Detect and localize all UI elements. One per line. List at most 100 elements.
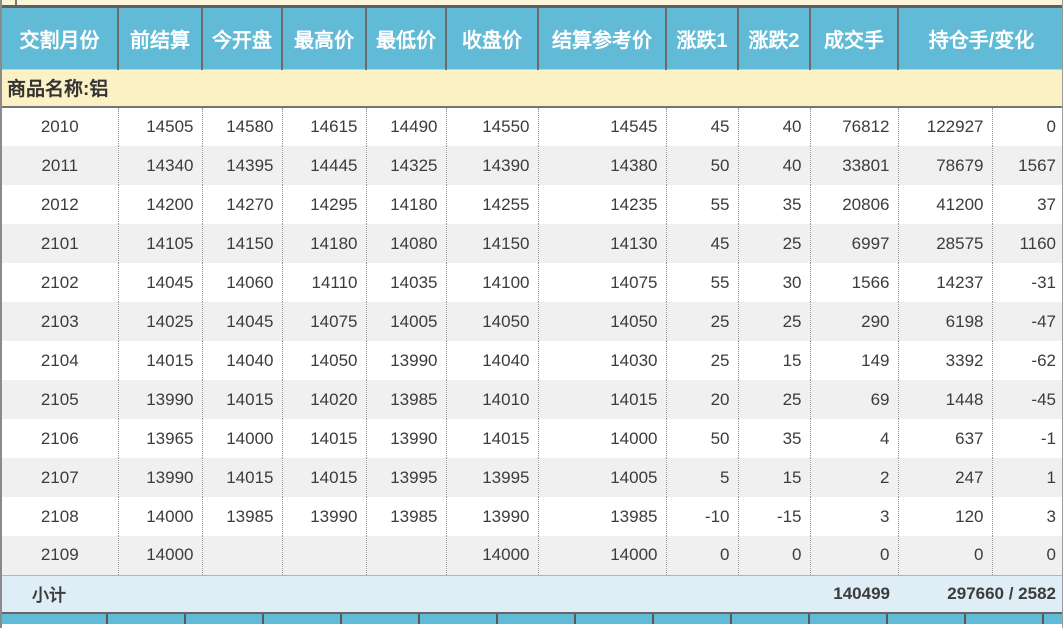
cell-settlement-ref: 14545 <box>538 107 667 146</box>
cell-low: 13985 <box>366 380 447 419</box>
cell-delivery-month: 2107 <box>2 458 119 497</box>
cell-open-interest: 637 <box>898 419 993 458</box>
cell-open-interest: 247 <box>898 458 993 497</box>
cell-change1: 55 <box>666 185 739 224</box>
cell-high: 14445 <box>282 146 367 185</box>
cell-change1: 25 <box>666 302 739 341</box>
cell-change2: 0 <box>738 536 811 575</box>
cell-low: 14005 <box>366 302 447 341</box>
cell-open-interest-change: -1 <box>992 419 1062 458</box>
cell-low: 14325 <box>366 146 447 185</box>
cell-high: 14015 <box>282 458 367 497</box>
cell-open-interest-change: -45 <box>992 380 1062 419</box>
cell-prev-settlement: 13990 <box>118 380 203 419</box>
cell-prev-settlement: 14000 <box>118 497 203 536</box>
cell-change2: 15 <box>738 458 811 497</box>
cell-open-interest: 0 <box>898 536 993 575</box>
cell-close: 14150 <box>446 224 539 263</box>
cell-change1: -10 <box>666 497 739 536</box>
cell-delivery-month: 2109 <box>2 536 119 575</box>
cell-open: 14060 <box>202 263 283 302</box>
contract-row: 2010 14505 14580 14615 14490 14550 14545… <box>2 107 1062 146</box>
cell-change1: 50 <box>666 146 739 185</box>
cell-open-interest: 122927 <box>898 107 993 146</box>
cell-close: 14050 <box>446 302 539 341</box>
cell-high: 14075 <box>282 302 367 341</box>
cell-open: 14015 <box>202 458 283 497</box>
cell-volume: 0 <box>810 536 899 575</box>
cell-change1: 0 <box>666 536 739 575</box>
subtotal-label: 小计 <box>2 574 118 614</box>
cell-volume: 290 <box>810 302 899 341</box>
col-header-open: 今开盘 <box>202 8 283 70</box>
cell-high: 14295 <box>282 185 367 224</box>
cell-close: 13990 <box>446 497 539 536</box>
cell-open: 14395 <box>202 146 283 185</box>
cell-low: 14490 <box>366 107 447 146</box>
cell-volume: 20806 <box>810 185 899 224</box>
cell-open: 14045 <box>202 302 283 341</box>
cell-prev-settlement: 14025 <box>118 302 203 341</box>
cell-delivery-month: 2102 <box>2 263 119 302</box>
cell-high: 14050 <box>282 341 367 380</box>
cell-change1: 45 <box>666 224 739 263</box>
cell-open: 14580 <box>202 107 283 146</box>
cell-prev-settlement: 13990 <box>118 458 203 497</box>
cell-delivery-month: 2101 <box>2 224 119 263</box>
col-header-high: 最高价 <box>282 8 367 70</box>
cell-high: 14015 <box>282 419 367 458</box>
cell-settlement-ref: 14015 <box>538 380 667 419</box>
col-header-low: 最低价 <box>366 8 447 70</box>
contract-row: 2104 14015 14040 14050 13990 14040 14030… <box>2 341 1062 380</box>
cell-open-interest: 41200 <box>898 185 993 224</box>
cell-open: 13985 <box>202 497 283 536</box>
cell-delivery-month: 2012 <box>2 185 119 224</box>
cell-open <box>202 536 283 575</box>
cell-open-interest-change: -62 <box>992 341 1062 380</box>
cell-prev-settlement: 14200 <box>118 185 203 224</box>
cell-open-interest-change: 1567 <box>992 146 1062 185</box>
contract-row: 2108 14000 13985 13990 13985 13990 13985… <box>2 497 1062 536</box>
cell-high: 13990 <box>282 497 367 536</box>
cell-change2: 25 <box>738 224 811 263</box>
cell-volume: 6997 <box>810 224 899 263</box>
cell-prev-settlement: 13965 <box>118 419 203 458</box>
contract-row: 2106 13965 14000 14015 13990 14015 14000… <box>2 419 1062 458</box>
cell-change2: 15 <box>738 341 811 380</box>
cell-close: 14390 <box>446 146 539 185</box>
cell-volume: 69 <box>810 380 899 419</box>
col-header-open-interest-change: 持仓手/变化 <box>898 8 1062 70</box>
col-header-volume: 成交手 <box>810 8 899 70</box>
cell-change2: 30 <box>738 263 811 302</box>
table-header: 交割月份 前结算 今开盘 最高价 最低价 收盘价 结算参考价 涨跌1 涨跌2 成… <box>2 8 1062 70</box>
cell-delivery-month: 2106 <box>2 419 119 458</box>
contract-row: 2012 14200 14270 14295 14180 14255 14235… <box>2 185 1062 224</box>
cell-prev-settlement: 14015 <box>118 341 203 380</box>
cell-low: 14035 <box>366 263 447 302</box>
col-header-change1: 涨跌1 <box>666 8 739 70</box>
cell-prev-settlement: 14505 <box>118 107 203 146</box>
cell-change2: 35 <box>738 419 811 458</box>
contract-row: 2101 14105 14150 14180 14080 14150 14130… <box>2 224 1062 263</box>
previous-table-column-line <box>15 0 17 5</box>
cell-settlement-ref: 14050 <box>538 302 667 341</box>
cell-volume: 33801 <box>810 146 899 185</box>
col-header-close: 收盘价 <box>446 8 539 70</box>
cell-prev-settlement: 14105 <box>118 224 203 263</box>
cell-settlement-ref: 14235 <box>538 185 667 224</box>
cell-change2: 40 <box>738 107 811 146</box>
contract-row: 2107 13990 14015 14015 13995 13995 14005… <box>2 458 1062 497</box>
cell-change2: -15 <box>738 497 811 536</box>
cell-close: 14100 <box>446 263 539 302</box>
cell-open-interest-change: 0 <box>992 536 1062 575</box>
subtotal-open-interest-change: 297660 / 2582 <box>898 574 1062 614</box>
cell-high <box>282 536 367 575</box>
cell-low: 13985 <box>366 497 447 536</box>
cell-volume: 149 <box>810 341 899 380</box>
cell-high: 14110 <box>282 263 367 302</box>
cell-settlement-ref: 14000 <box>538 419 667 458</box>
cell-high: 14020 <box>282 380 367 419</box>
cell-close: 14010 <box>446 380 539 419</box>
cell-low: 13990 <box>366 341 447 380</box>
cell-high: 14615 <box>282 107 367 146</box>
